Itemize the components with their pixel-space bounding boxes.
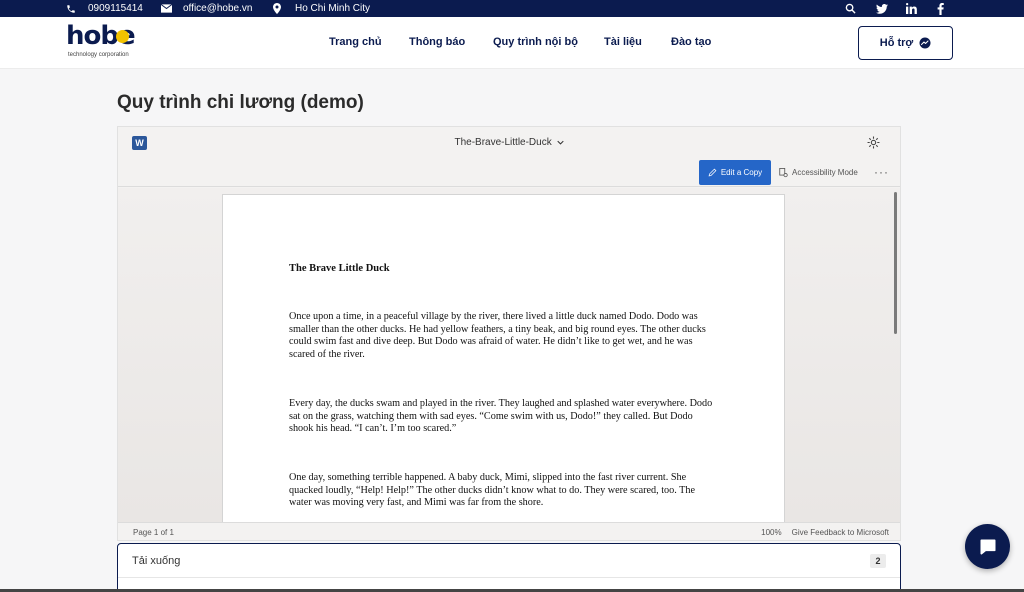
nav-item-home[interactable]: Trang chủ bbox=[329, 36, 382, 48]
edit-copy-label: Edit a Copy bbox=[720, 168, 763, 177]
top-info-bar: 0909115414 office@hobe.vn Ho Chi Minh Ci… bbox=[0, 0, 1024, 17]
location-text: Ho Chi Minh City bbox=[295, 3, 371, 14]
logo-tagline: technology corporation bbox=[68, 52, 129, 58]
page-title: Quy trình chi lương (demo) bbox=[117, 92, 364, 113]
viewer-toolbar: W The-Brave-Little-Duck Edit a Copy Acce… bbox=[118, 127, 900, 187]
scrollbar-thumb[interactable] bbox=[894, 192, 897, 334]
chevron-down-icon bbox=[556, 140, 564, 145]
zoom-level[interactable]: 100% bbox=[761, 528, 781, 537]
pencil-icon bbox=[708, 168, 717, 177]
phone-number: 0909115414 bbox=[88, 3, 143, 14]
logo-accent-icon bbox=[116, 30, 129, 43]
email-address: office@hobe.vn bbox=[183, 3, 253, 14]
downloads-label: Tải xuống bbox=[132, 555, 181, 567]
nav-item-documents[interactable]: Tài liệu bbox=[604, 36, 642, 48]
document-canvas[interactable]: The Brave Little Duck Once upon a time, … bbox=[118, 188, 900, 534]
nav-item-announcements[interactable]: Thông báo bbox=[409, 36, 465, 48]
feedback-link[interactable]: Give Feedback to Microsoft bbox=[792, 528, 889, 537]
facebook-icon bbox=[937, 2, 944, 15]
messenger-icon bbox=[919, 37, 931, 49]
document-name: The-Brave-Little-Duck bbox=[454, 137, 552, 148]
search-button[interactable] bbox=[845, 0, 856, 17]
gear-icon[interactable] bbox=[867, 136, 880, 149]
divider bbox=[118, 577, 900, 578]
support-button[interactable]: Hỗ trợ bbox=[858, 26, 953, 60]
nav-item-training[interactable]: Đào tạo bbox=[671, 36, 711, 48]
hobe-logo[interactable]: hobe technology corporation bbox=[66, 21, 146, 61]
phone-icon bbox=[67, 4, 75, 13]
linkedin-link[interactable] bbox=[906, 0, 917, 17]
downloads-count-badge: 2 bbox=[870, 554, 886, 568]
twitter-link[interactable] bbox=[876, 0, 888, 17]
accessibility-mode-button[interactable]: Accessibility Mode bbox=[779, 160, 858, 185]
word-document-viewer: W The-Brave-Little-Duck Edit a Copy Acce… bbox=[117, 126, 901, 541]
mail-icon bbox=[161, 4, 172, 13]
document-paragraph: One day, something terrible happened. A … bbox=[289, 472, 695, 509]
map-pin-icon bbox=[273, 3, 281, 14]
edit-copy-button[interactable]: Edit a Copy bbox=[699, 160, 771, 185]
document-page: The Brave Little Duck Once upon a time, … bbox=[222, 194, 785, 534]
accessibility-label: Accessibility Mode bbox=[792, 168, 858, 177]
chat-bubble-icon bbox=[980, 539, 995, 554]
facebook-link[interactable] bbox=[937, 0, 944, 17]
linkedin-icon bbox=[906, 3, 917, 14]
accessibility-icon bbox=[779, 167, 788, 177]
twitter-icon bbox=[876, 3, 888, 14]
location-contact: Ho Chi Minh City bbox=[273, 0, 370, 17]
downloads-panel[interactable]: Tải xuống 2 bbox=[117, 543, 901, 592]
page-indicator: Page 1 of 1 bbox=[133, 528, 174, 537]
document-title: The Brave Little Duck bbox=[289, 263, 390, 274]
document-name-dropdown[interactable]: The-Brave-Little-Duck bbox=[118, 137, 900, 148]
email-contact[interactable]: office@hobe.vn bbox=[161, 0, 252, 17]
site-header: hobe technology corporation Trang chủ Th… bbox=[0, 17, 1024, 69]
document-paragraph: Once upon a time, in a peaceful village … bbox=[289, 311, 706, 360]
viewer-status-bar: Page 1 of 1 100% Give Feedback to Micros… bbox=[118, 522, 900, 540]
search-icon bbox=[845, 3, 856, 14]
support-label: Hỗ trợ bbox=[879, 37, 914, 49]
phone-contact[interactable]: 0909115414 bbox=[66, 0, 143, 17]
nav-item-internal-procedures[interactable]: Quy trình nội bộ bbox=[493, 36, 578, 48]
more-options-button[interactable]: ··· bbox=[874, 165, 889, 179]
document-paragraph: Every day, the ducks swam and played in … bbox=[289, 398, 713, 435]
chat-button[interactable] bbox=[965, 524, 1010, 569]
